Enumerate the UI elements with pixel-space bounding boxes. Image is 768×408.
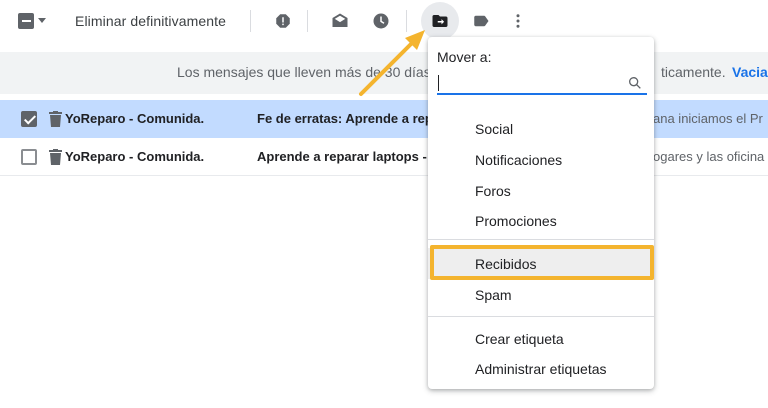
trash-icon	[49, 149, 62, 165]
email-sender: YoReparo - Comunida.	[65, 111, 205, 126]
trash-icon	[49, 111, 62, 127]
annotation-arrow-icon	[359, 30, 425, 96]
select-all-checkbox[interactable]	[18, 13, 34, 29]
menu-item-label: Spam	[475, 287, 512, 303]
menu-item-notificaciones[interactable]: Notificaciones	[428, 144, 654, 175]
email-snippet: ogares y las oficina	[653, 149, 765, 164]
row-checkbox[interactable]	[21, 149, 37, 165]
toolbar-divider	[250, 10, 251, 32]
banner-message-end: ticamente.	[661, 64, 726, 80]
text-cursor	[438, 75, 439, 91]
menu-item-label: Administrar etiquetas	[475, 361, 607, 377]
menu-item-label: Crear etiqueta	[475, 331, 564, 347]
menu-item-foros[interactable]: Foros	[428, 175, 654, 206]
email-subject: Fe de erratas: Aprende a rep	[257, 111, 433, 126]
row-checkbox[interactable]	[21, 111, 37, 127]
label-search-input[interactable]	[437, 73, 647, 95]
toolbar-divider	[307, 10, 308, 32]
search-icon[interactable]	[627, 75, 643, 91]
menu-item-create-label[interactable]: Crear etiqueta	[428, 323, 654, 354]
menu-item-promociones[interactable]: Promociones	[428, 205, 654, 236]
empty-trash-link[interactable]: Vaciar	[732, 64, 768, 80]
menu-item-manage-labels[interactable]: Administrar etiquetas	[428, 353, 654, 384]
email-sender: YoReparo - Comunida.	[65, 149, 205, 164]
menu-item-social[interactable]: Social	[428, 113, 654, 144]
mark-read-icon[interactable]	[329, 10, 351, 32]
report-spam-icon[interactable]	[272, 10, 294, 32]
menu-item-label: Notificaciones	[475, 152, 563, 168]
menu-item-label: Promociones	[475, 213, 557, 229]
more-options-icon[interactable]	[507, 10, 529, 32]
email-snippet: ana iniciamos el Pr	[653, 111, 763, 126]
menu-item-spam[interactable]: Spam	[428, 279, 654, 310]
menu-divider	[428, 239, 654, 240]
menu-item-label: Foros	[475, 183, 511, 199]
select-dropdown-icon[interactable]	[38, 18, 46, 23]
menu-divider	[428, 316, 654, 317]
menu-title: Mover a:	[437, 49, 492, 65]
email-subject: Aprende a reparar laptops -	[257, 149, 427, 164]
move-to-menu: Mover a: Social Notificaciones Foros Pro…	[428, 37, 654, 389]
delete-forever-button[interactable]: Eliminar definitivamente	[75, 13, 226, 29]
highlight-annotation	[430, 245, 654, 280]
menu-item-label: Social	[475, 121, 514, 137]
label-icon[interactable]	[470, 10, 492, 32]
